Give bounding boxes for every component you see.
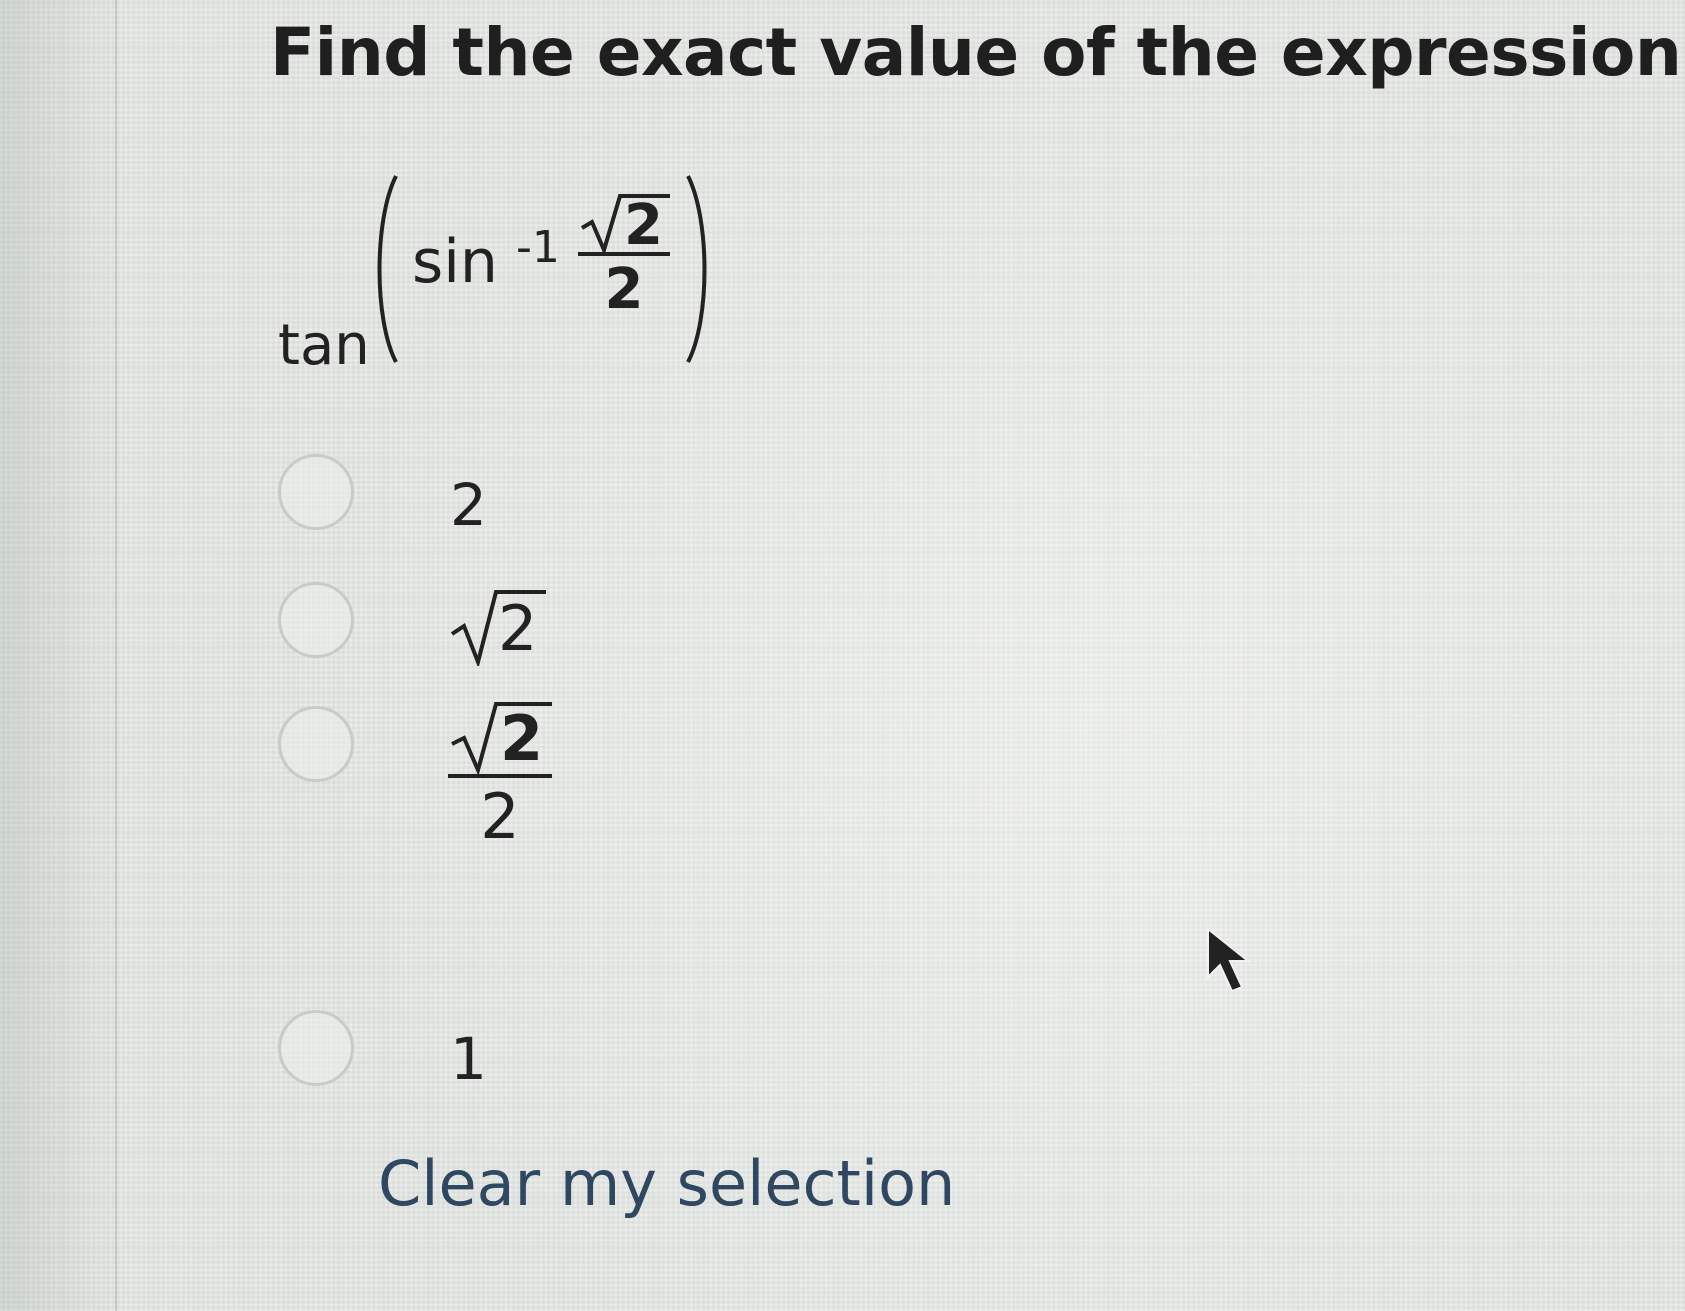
fraction-denominator: 2 [604, 257, 644, 322]
radio-button[interactable] [278, 706, 354, 782]
option-sqrt-2-over-2[interactable]: 2 2 [270, 696, 870, 866]
expression-fraction: 2 2 [578, 192, 670, 318]
option-label: 1 [450, 1025, 487, 1093]
option-1[interactable]: 1 [270, 1010, 870, 1100]
question-title: Find the exact value of the expression. [270, 14, 1685, 91]
option-2[interactable]: 2 [270, 454, 870, 544]
option-radicand: 2 [500, 702, 544, 775]
question-expression: tan sin -1 2 2 [278, 170, 738, 390]
clear-selection-link[interactable]: Clear my selection [378, 1147, 955, 1220]
option-label: 2 [450, 576, 550, 666]
radio-button[interactable] [278, 454, 354, 530]
fraction-numerator: 2 [448, 696, 552, 774]
fraction-radicand: 2 [624, 193, 663, 258]
radio-button[interactable] [278, 582, 354, 658]
option-label: 2 [450, 471, 487, 539]
inverse-exponent: -1 [516, 222, 560, 273]
option-fraction: 2 2 [448, 696, 552, 848]
left-edge-shadow [0, 0, 120, 1311]
outer-function-label: tan [278, 313, 370, 378]
mouse-pointer-arrow-icon [1207, 926, 1251, 993]
radio-button[interactable] [278, 1010, 354, 1086]
option-sqrt-2[interactable]: 2 [270, 576, 870, 676]
inner-function-label: sin [412, 227, 498, 297]
option-radicand: 2 [498, 592, 538, 665]
left-border-line [115, 0, 117, 1311]
fraction-numerator: 2 [578, 192, 670, 258]
fraction-denominator: 2 [480, 780, 520, 853]
